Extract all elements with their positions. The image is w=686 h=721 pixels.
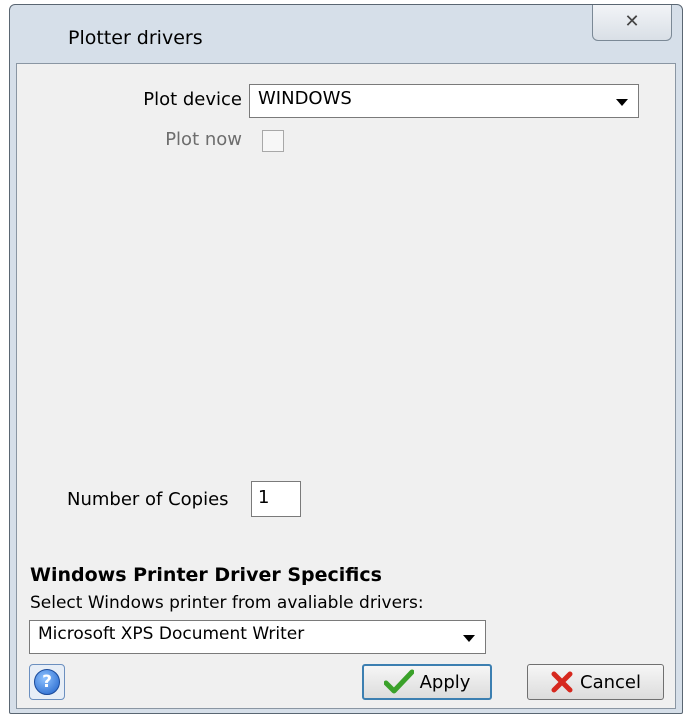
help-button[interactable]: ? — [29, 664, 65, 700]
windows-printer-value: Microsoft XPS Document Writer — [38, 624, 305, 644]
plot-device-label: Plot device — [143, 89, 242, 110]
dialog-client-area: Plot device WINDOWS Plot now Number of C… — [16, 63, 676, 709]
plot-device-value: WINDOWS — [258, 88, 352, 109]
plot-now-checkbox[interactable] — [262, 130, 284, 152]
plot-device-dropdown[interactable]: WINDOWS — [249, 84, 639, 118]
number-of-copies-value: 1 — [258, 487, 270, 508]
plot-now-label: Plot now — [165, 129, 242, 150]
cancel-label: Cancel — [580, 671, 641, 693]
number-of-copies-label: Number of Copies — [67, 489, 229, 510]
cancel-button[interactable]: Cancel — [527, 664, 664, 700]
chevron-down-icon — [616, 99, 628, 106]
apply-button[interactable]: Apply — [362, 664, 492, 700]
plotter-drivers-window: Plotter drivers ✕ Plot device WINDOWS Pl… — [9, 4, 683, 714]
windows-printer-dropdown[interactable]: Microsoft XPS Document Writer — [29, 620, 486, 654]
close-button[interactable]: ✕ — [592, 5, 672, 41]
chevron-down-icon — [463, 635, 475, 642]
close-icon: ✕ — [624, 11, 640, 32]
number-of-copies-input[interactable]: 1 — [251, 481, 301, 517]
windows-driver-hint: Select Windows printer from avaliable dr… — [30, 593, 424, 613]
cross-icon — [551, 671, 573, 693]
apply-label: Apply — [419, 671, 471, 693]
checkmark-icon — [383, 669, 414, 694]
window-title: Plotter drivers — [68, 27, 203, 49]
windows-driver-section-title: Windows Printer Driver Specifics — [30, 564, 382, 586]
help-icon: ? — [34, 669, 60, 695]
